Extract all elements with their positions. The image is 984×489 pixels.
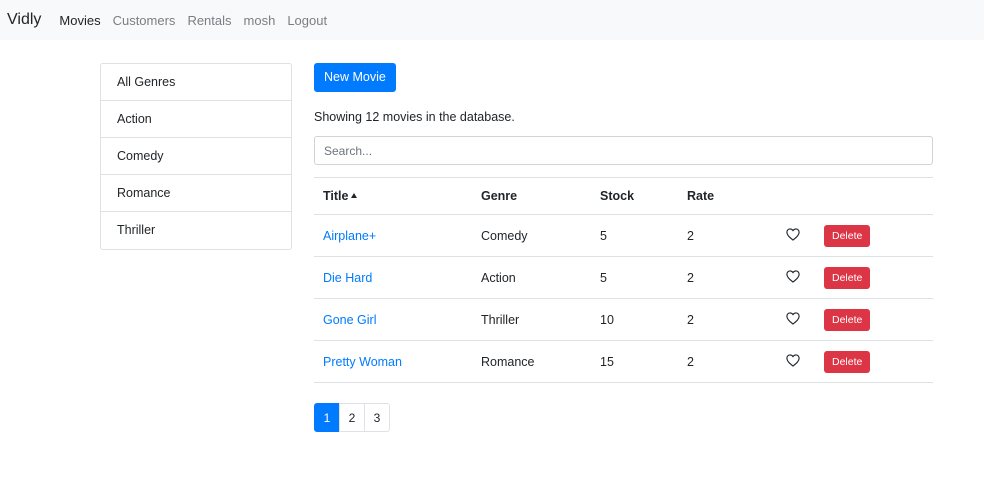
genre-list: All Genres Action Comedy Romance Thrille… [100,63,292,250]
column-header-genre[interactable]: Genre [481,189,600,203]
table-row: Gone Girl Thriller 10 2 Delete [314,299,933,341]
genre-item-all[interactable]: All Genres [101,64,291,101]
nav-link-profile[interactable]: mosh [244,13,276,28]
delete-button[interactable]: Delete [824,350,871,373]
movies-main: New Movie Showing 12 movies in the datab… [314,63,934,432]
column-header-stock[interactable]: Stock [600,189,687,203]
table-row: Die Hard Action 5 2 Delete [314,257,933,299]
nav-link-logout[interactable]: Logout [287,13,327,28]
page-button-2[interactable]: 2 [339,403,365,432]
movie-rate: 2 [687,312,694,327]
column-header-rate[interactable]: Rate [687,189,765,203]
heart-outline-icon[interactable] [785,269,800,286]
pagination: 1 2 3 [314,403,934,432]
movie-title-link[interactable]: Pretty Woman [323,355,402,369]
movie-stock: 15 [600,354,614,369]
delete-button[interactable]: Delete [824,308,871,331]
movie-genre: Romance [481,354,535,369]
movies-table: Title Genre Stock Rate Airplane+ Comedy … [314,177,933,383]
delete-button[interactable]: Delete [824,224,871,247]
movie-genre: Comedy [481,228,528,243]
movie-title-link[interactable]: Airplane+ [323,229,376,243]
table-header-row: Title Genre Stock Rate [314,178,933,215]
nav-link-rentals[interactable]: Rentals [187,13,231,28]
movie-genre: Action [481,270,516,285]
nav-link-movies[interactable]: Movies [59,13,100,28]
movie-genre: Thriller [481,312,520,327]
heart-outline-icon[interactable] [785,353,800,370]
navbar: Vidly Movies Customers Rentals mosh Logo… [0,0,984,40]
table-row: Pretty Woman Romance 15 2 Delete [314,341,933,383]
movie-rate: 2 [687,228,694,243]
column-header-title-label: Title [323,189,349,203]
brand-logo[interactable]: Vidly [7,11,41,29]
genre-item-comedy[interactable]: Comedy [101,138,291,175]
search-input[interactable] [314,136,933,165]
movie-rate: 2 [687,354,694,369]
caret-up-icon [351,193,358,198]
movie-stock: 10 [600,312,614,327]
table-row: Airplane+ Comedy 5 2 Delete [314,215,933,257]
heart-outline-icon[interactable] [785,227,800,244]
page-button-3[interactable]: 3 [364,403,390,432]
nav-link-customers[interactable]: Customers [113,13,176,28]
movie-rate: 2 [687,270,694,285]
new-movie-button[interactable]: New Movie [314,63,396,92]
movie-count-text: Showing 12 movies in the database. [314,110,515,124]
movie-title-link[interactable]: Die Hard [323,271,372,285]
movie-stock: 5 [600,270,607,285]
genre-item-action[interactable]: Action [101,101,291,138]
genre-item-romance[interactable]: Romance [101,175,291,212]
page-button-1[interactable]: 1 [314,403,340,432]
heart-outline-icon[interactable] [785,311,800,328]
movie-title-link[interactable]: Gone Girl [323,313,377,327]
delete-button[interactable]: Delete [824,266,871,289]
page-content: All Genres Action Comedy Romance Thrille… [0,40,984,489]
movie-stock: 5 [600,228,607,243]
column-header-title[interactable]: Title [314,189,481,203]
genre-item-thriller[interactable]: Thriller [101,212,291,249]
